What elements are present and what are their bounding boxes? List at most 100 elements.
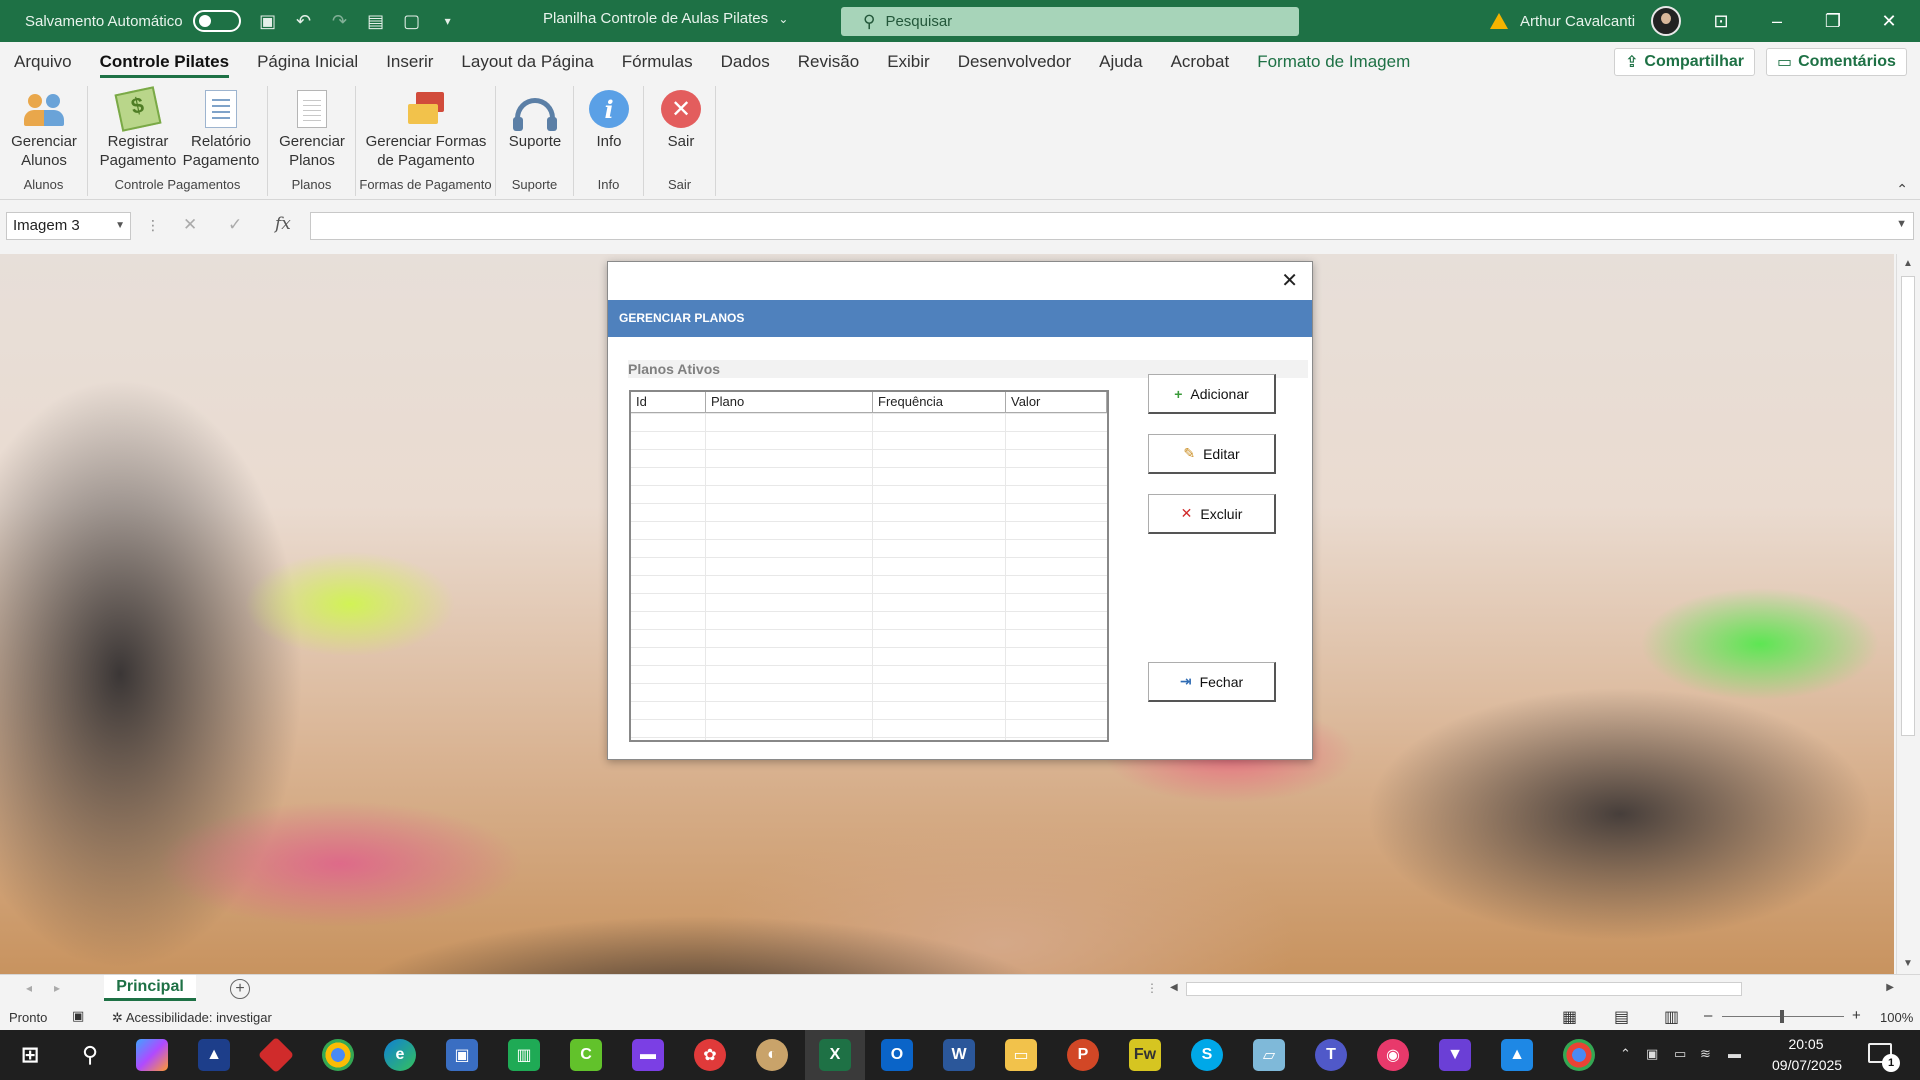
notes-app-icon[interactable]: ▱ [1253, 1039, 1285, 1071]
video-editor-icon[interactable]: ▬ [632, 1039, 664, 1071]
accessibility-status[interactable]: ✲ Acessibilidade: investigar [112, 1010, 272, 1026]
adicionar-button[interactable]: + Adicionar [1148, 374, 1276, 414]
formula-input[interactable]: ▼ [310, 212, 1914, 240]
close-icon[interactable]: ✕ [1281, 268, 1298, 293]
horizontal-scroll-thumb[interactable] [1186, 982, 1742, 996]
excel-icon[interactable]: X [819, 1039, 851, 1071]
fireworks-icon[interactable]: Fw [1129, 1039, 1161, 1071]
horizontal-scrollbar[interactable]: ◀ ▶ [1168, 980, 1896, 998]
enter-icon[interactable]: ✓ [228, 215, 242, 235]
wifi-icon[interactable]: ≋ [1700, 1046, 1711, 1062]
relatorio-pagamento-button[interactable]: Relatório Pagamento [180, 90, 262, 170]
page-break-view-icon[interactable]: ▥ [1664, 1007, 1679, 1027]
scroll-down-icon[interactable]: ▼ [1903, 958, 1913, 969]
image-icon[interactable]: ▤ [363, 11, 389, 32]
next-sheet-icon[interactable]: ▸ [54, 981, 60, 995]
word-icon[interactable]: W [943, 1039, 975, 1071]
scroll-up-icon[interactable]: ▲ [1903, 258, 1913, 269]
info-button[interactable]: i Info [584, 90, 634, 151]
palette-icon[interactable]: ◐ [756, 1039, 788, 1071]
tab-pagina-inicial[interactable]: Página Inicial [243, 42, 372, 82]
outlook-icon[interactable]: O [881, 1039, 913, 1071]
gerenciar-alunos-button[interactable]: Gerenciar Alunos [6, 90, 82, 170]
tab-controle-pilates[interactable]: Controle Pilates [86, 42, 243, 82]
expand-formula-icon[interactable]: ▼ [1896, 218, 1907, 230]
tab-arquivo[interactable]: Arquivo [0, 42, 86, 82]
tab-ajuda[interactable]: Ajuda [1085, 42, 1156, 82]
suporte-button[interactable]: Suporte [500, 90, 570, 151]
save-icon[interactable]: ▣ [255, 11, 281, 32]
scroll-left-icon[interactable]: ◀ [1170, 982, 1178, 993]
scroll-right-icon[interactable]: ▶ [1886, 982, 1894, 993]
prev-sheet-icon[interactable]: ◂ [26, 981, 32, 995]
copilot-icon[interactable] [136, 1039, 168, 1071]
normal-view-icon[interactable]: ▦ [1562, 1007, 1577, 1027]
new-file-icon[interactable]: ▢ [399, 11, 425, 32]
tab-formato-de-imagem[interactable]: Formato de Imagem [1243, 42, 1424, 82]
collapse-ribbon-icon[interactable]: ⌃ [1896, 181, 1908, 198]
vertical-scrollbar[interactable]: ▲ ▼ [1896, 254, 1920, 974]
close-icon[interactable]: ✕ [1861, 0, 1917, 42]
cancel-icon[interactable]: ✕ [183, 215, 197, 235]
meet-now-icon[interactable]: ▭ [1674, 1046, 1686, 1062]
tray-app-icon[interactable]: ▣ [1646, 1046, 1658, 1062]
vertical-scroll-thumb[interactable] [1901, 276, 1915, 736]
gerenciar-formas-pagamento-button[interactable]: Gerenciar Formas de Pagamento [360, 90, 492, 170]
tab-layout-da-pagina[interactable]: Layout da Página [447, 42, 607, 82]
tab-formulas[interactable]: Fórmulas [608, 42, 707, 82]
registrar-pagamento-button[interactable]: Registrar Pagamento [96, 86, 180, 170]
powerpoint-icon[interactable]: P [1067, 1039, 1099, 1071]
page-layout-view-icon[interactable]: ▤ [1614, 1007, 1629, 1027]
tab-acrobat[interactable]: Acrobat [1157, 42, 1244, 82]
chrome-profile-icon[interactable] [1563, 1039, 1595, 1071]
network-app-icon[interactable]: ▣ [446, 1039, 478, 1071]
skype-icon[interactable]: S [1191, 1039, 1223, 1071]
warning-icon[interactable] [1490, 13, 1508, 29]
chevron-down-icon[interactable]: ▼ [115, 213, 125, 239]
gerenciar-planos-button[interactable]: Gerenciar Planos [272, 90, 352, 170]
comments-button[interactable]: ▭ Comentários [1766, 48, 1907, 76]
zoom-slider-knob[interactable] [1780, 1010, 1784, 1023]
share-button[interactable]: ⇪ Compartilhar [1614, 48, 1755, 76]
camera-app-icon[interactable]: ◉ [1377, 1039, 1409, 1071]
teams-icon[interactable]: T [1315, 1039, 1347, 1071]
add-sheet-icon[interactable]: + [230, 979, 250, 999]
tab-inserir[interactable]: Inserir [372, 42, 447, 82]
sair-button[interactable]: ✕ Sair [656, 90, 706, 151]
autosave-toggle[interactable] [192, 10, 241, 32]
restore-icon[interactable]: ❐ [1805, 0, 1861, 42]
insert-function-icon[interactable]: fx [275, 214, 291, 234]
split-handle-icon[interactable]: ⋮ [1146, 981, 1158, 995]
camtasia-icon[interactable]: C [570, 1039, 602, 1071]
tab-revisao[interactable]: Revisão [784, 42, 873, 82]
windows-start-icon[interactable]: ⊞ [14, 1039, 46, 1071]
column-header-id[interactable]: Id [631, 392, 706, 412]
file-explorer-icon[interactable]: ▭ [1005, 1039, 1037, 1071]
user-account[interactable]: Arthur Cavalcanti [1490, 0, 1682, 42]
image-viewer-icon[interactable]: ▲ [1501, 1039, 1533, 1071]
app-icon[interactable]: ▲ [198, 1039, 230, 1071]
anydesk-icon[interactable] [257, 1036, 295, 1074]
list-body[interactable] [631, 413, 1107, 740]
paint-app-icon[interactable]: ✿ [694, 1039, 726, 1071]
vpn-app-icon[interactable]: ▼ [1439, 1039, 1471, 1071]
tab-exibir[interactable]: Exibir [873, 42, 944, 82]
taskbar-clock[interactable]: 20:05 09/07/2025 [1772, 1034, 1842, 1076]
chrome-icon[interactable] [322, 1039, 354, 1071]
edge-icon[interactable]: e [384, 1039, 416, 1071]
fechar-button[interactable]: ⇥ Fechar [1148, 662, 1276, 702]
avatar[interactable] [1651, 6, 1682, 36]
redo-icon[interactable]: ↷ [327, 11, 353, 32]
minimize-icon[interactable]: – [1749, 0, 1805, 42]
customize-qat-icon[interactable]: ▾ [435, 14, 461, 28]
search-icon[interactable]: ⚲ [74, 1039, 106, 1071]
planos-list[interactable]: Id Plano Frequência Valor [629, 390, 1109, 742]
column-header-plano[interactable]: Plano [706, 392, 873, 412]
name-box[interactable]: Imagem 3 ▼ [6, 212, 131, 240]
column-header-frequencia[interactable]: Frequência [873, 392, 1006, 412]
sheet-tab-principal[interactable]: Principal [104, 975, 196, 1001]
tray-overflow-icon[interactable]: ⌃ [1620, 1046, 1631, 1062]
tab-dados[interactable]: Dados [707, 42, 784, 82]
column-header-valor[interactable]: Valor [1006, 392, 1107, 412]
search-input[interactable]: ⚲ Pesquisar [841, 7, 1299, 36]
